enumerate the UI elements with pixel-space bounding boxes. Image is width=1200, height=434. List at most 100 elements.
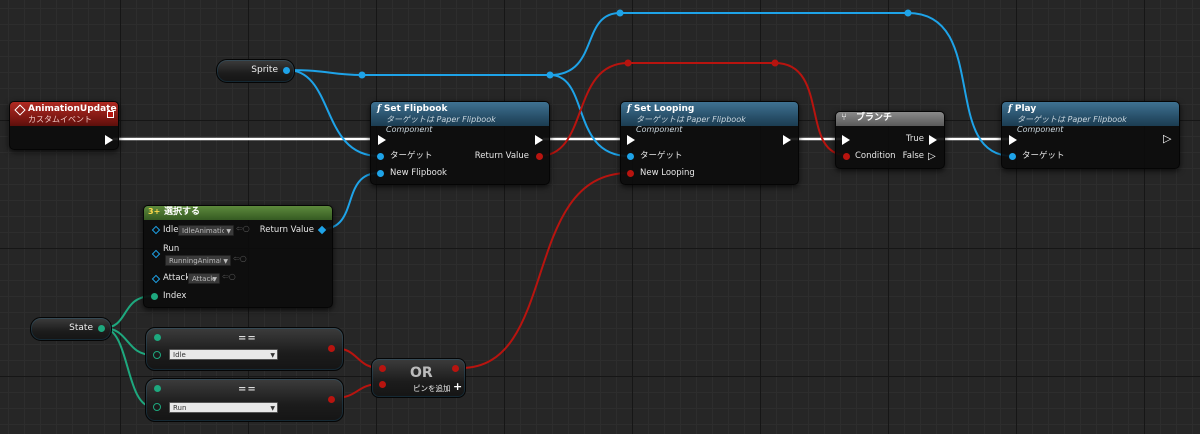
target-pin-label: ターゲット [1022, 151, 1065, 161]
bool-output-pin[interactable] [328, 345, 335, 352]
return-value-label: Return Value [474, 151, 529, 161]
idle-pin[interactable] [151, 225, 161, 235]
bool-output-pin[interactable] [452, 365, 459, 372]
select-icon: 3+ [148, 207, 161, 216]
index-label: Index [163, 291, 187, 301]
attack-pin[interactable] [151, 274, 161, 284]
plus-icon[interactable]: + [453, 380, 462, 393]
exec-in-pin[interactable] [1009, 135, 1017, 145]
use-asset-arrow-icon[interactable]: ⇦○ [236, 224, 250, 233]
chevron-down-icon: ▼ [223, 258, 228, 265]
play-node[interactable]: f Play ターゲットは Paper Flipbook Component ▷ … [1001, 101, 1180, 169]
branch-node[interactable]: ⑂ ブランチ True Condition False ▷ [835, 111, 945, 169]
event-node-header: AnimationUpdate カスタムイベント [10, 102, 118, 126]
branch-title: ブランチ [856, 113, 893, 123]
set-flipbook-header: f Set Flipbook ターゲットは Paper Flipbook Comp… [371, 102, 549, 134]
set-looping-header: f Set Looping ターゲットは Paper Flipbook Compo… [621, 102, 798, 134]
equal-symbol: == [238, 333, 257, 344]
equal-node-run[interactable]: == Run ▼ [145, 378, 344, 422]
reroute-dot-2 [546, 71, 554, 79]
sprite-variable-node[interactable]: Sprite [216, 59, 295, 83]
event-node-subtitle: カスタムイベント [28, 115, 92, 124]
true-label: True [905, 134, 924, 144]
b-input-pin[interactable] [153, 403, 161, 411]
target-pin[interactable] [377, 153, 384, 160]
exec-in-pin[interactable] [378, 135, 386, 145]
set-looping-node[interactable]: f Set Looping ターゲットは Paper Flipbook Compo… [620, 101, 799, 185]
reroute-dot-4 [904, 9, 912, 17]
target-pin-label: ターゲット [390, 151, 433, 161]
equal-symbol: == [238, 384, 257, 395]
reroute-dot-6 [771, 59, 779, 67]
add-pin-label[interactable]: ピンを追加 [413, 383, 451, 394]
chevron-down-icon: ▼ [270, 405, 275, 412]
branch-icon: ⑂ [841, 112, 847, 123]
new-looping-pin[interactable] [627, 170, 634, 177]
bool-output-pin[interactable] [328, 396, 335, 403]
play-header: f Play ターゲットは Paper Flipbook Component [1002, 102, 1179, 134]
condition-pin[interactable] [843, 153, 850, 160]
play-subtitle: ターゲットは Paper Flipbook Component [1017, 115, 1127, 134]
chevron-down-icon: ▼ [270, 352, 275, 359]
select-header: 3+ 選択する [144, 206, 332, 220]
run-label: Run [163, 244, 180, 254]
enum-dropdown-idle[interactable]: Idle ▼ [169, 349, 278, 360]
exec-out-pin[interactable] [783, 135, 791, 145]
run-asset-dropdown[interactable]: RunningAnimatio▼ [165, 255, 231, 266]
or-node[interactable]: OR ピンを追加 + [371, 358, 466, 398]
true-exec-pin[interactable] [929, 135, 937, 145]
sprite-to-setflipbook-wire [286, 69, 380, 157]
or-title: OR [410, 365, 433, 381]
idle-label: Idle [163, 225, 179, 235]
a-input-pin[interactable] [154, 385, 161, 392]
new-flipbook-label: New Flipbook [390, 168, 447, 178]
return-value-label: Return Value [259, 225, 314, 235]
play-title: Play [1014, 104, 1037, 114]
new-looping-label: New Looping [640, 168, 695, 178]
run-pin[interactable] [151, 249, 161, 259]
chevron-down-icon: ▼ [226, 228, 231, 235]
exec-out-pin[interactable]: ▷ [1163, 133, 1171, 145]
b-input-pin[interactable] [379, 381, 386, 388]
index-pin[interactable] [151, 293, 158, 300]
chevron-down-icon: ▼ [212, 276, 217, 283]
set-flipbook-title: Set Flipbook [383, 104, 448, 114]
idle-asset-dropdown[interactable]: IdleAnimation▼ [178, 225, 234, 236]
exec-out-pin[interactable] [105, 135, 113, 145]
target-pin[interactable] [1009, 153, 1016, 160]
state-output-pin[interactable] [98, 325, 105, 332]
reroute-dot-1 [358, 71, 366, 79]
exec-out-pin[interactable] [535, 135, 543, 145]
select-node[interactable]: 3+ 選択する Idle IdleAnimation▼ ⇦○ Return Va… [143, 205, 333, 308]
return-value-pin[interactable] [536, 153, 543, 160]
exec-in-pin[interactable] [627, 135, 635, 145]
new-flipbook-pin[interactable] [377, 170, 384, 177]
branch-header: ⑂ ブランチ [836, 112, 944, 126]
attack-asset-dropdown[interactable]: Attack ▼ [188, 273, 220, 284]
sprite-output-pin[interactable] [283, 67, 290, 74]
b-input-pin[interactable] [153, 351, 161, 359]
delegate-pin[interactable] [107, 111, 114, 118]
use-asset-arrow-icon[interactable]: ⇦○ [222, 272, 236, 281]
set-flipbook-node[interactable]: f Set Flipbook ターゲットは Paper Flipbook Comp… [370, 101, 550, 185]
target-pin[interactable] [627, 153, 634, 160]
function-icon: f [377, 104, 381, 114]
use-asset-arrow-icon[interactable]: ⇦○ [233, 254, 247, 263]
state-variable-label: State [69, 323, 93, 333]
condition-label: Condition [855, 151, 896, 161]
return-value-pin[interactable] [317, 225, 327, 235]
set-looping-title: Set Looping [633, 104, 695, 114]
reroute-dot-3 [616, 9, 624, 17]
reroute-dot-5 [624, 59, 632, 67]
set-flipbook-subtitle: ターゲットは Paper Flipbook Component [386, 115, 496, 134]
a-input-pin[interactable] [154, 334, 161, 341]
equal-node-idle[interactable]: == Idle ▼ [145, 327, 344, 371]
enum-dropdown-run[interactable]: Run ▼ [169, 402, 278, 413]
state-variable-node[interactable]: State [30, 317, 112, 341]
event-node-title: AnimationUpdate [28, 104, 117, 114]
exec-in-pin[interactable] [842, 135, 850, 145]
event-diamond-icon [14, 104, 26, 116]
event-node-animation-update[interactable]: AnimationUpdate カスタムイベント [9, 101, 119, 150]
sprite-variable-label: Sprite [251, 65, 278, 75]
a-input-pin[interactable] [379, 365, 386, 372]
